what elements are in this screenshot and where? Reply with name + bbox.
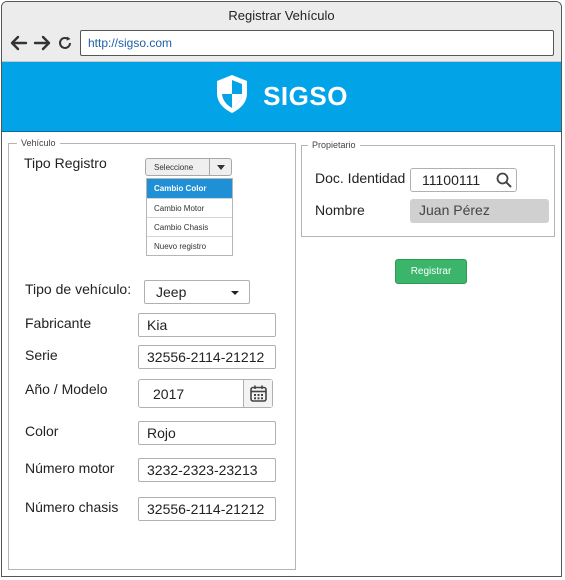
- anio-modelo-label: Año / Modelo: [25, 381, 108, 397]
- numero-motor-label: Número motor: [25, 460, 115, 476]
- doc-identidad-input[interactable]: 11100111: [410, 168, 517, 192]
- tipo-vehiculo-select[interactable]: Jeep: [144, 280, 250, 304]
- tipo-vehiculo-label: Tipo de vehículo:: [25, 281, 132, 297]
- color-label: Color: [25, 423, 59, 439]
- browser-window: Registrar Vehículo http://sigso.com SIGS…: [1, 1, 562, 577]
- reload-icon[interactable]: [55, 32, 75, 54]
- search-icon[interactable]: [496, 172, 512, 193]
- doc-identidad-label: Doc. Identidad: [315, 170, 406, 186]
- numero-chasis-input[interactable]: 32556-2114-21212: [138, 497, 276, 521]
- vehiculo-legend: Vehículo: [21, 138, 56, 148]
- fabricante-label: Fabricante: [25, 315, 92, 331]
- numero-motor-input[interactable]: 3232-2323-23213: [138, 458, 276, 482]
- window-title: Registrar Vehículo: [228, 8, 335, 23]
- forward-arrow-icon[interactable]: [32, 32, 52, 54]
- fabricante-input[interactable]: Kia: [138, 313, 276, 337]
- app-header: SIGSO: [2, 62, 561, 132]
- dropdown-option-nuevo-registro[interactable]: Nuevo registro: [147, 236, 232, 255]
- dropdown-option-cambio-motor[interactable]: Cambio Motor: [147, 198, 232, 217]
- brand-name: SIGSO: [263, 81, 348, 111]
- tipo-registro-dropdown: Cambio Color Cambio Motor Cambio Chasis …: [146, 178, 233, 256]
- brand: SIGSO: [215, 74, 348, 119]
- dropdown-option-cambio-color[interactable]: Cambio Color: [147, 179, 232, 198]
- register-button[interactable]: Registrar: [395, 259, 467, 284]
- shield-icon: [215, 74, 249, 119]
- numero-chasis-label: Número chasis: [25, 499, 119, 515]
- anio-modelo-value: 2017: [153, 386, 185, 402]
- propietario-legend: Propietario: [312, 140, 356, 150]
- serie-label: Serie: [25, 347, 58, 363]
- nombre-readonly-field: Juan Pérez: [410, 199, 549, 223]
- dropdown-option-cambio-chasis[interactable]: Cambio Chasis: [147, 217, 232, 236]
- serie-input[interactable]: 32556-2114-21212: [138, 345, 276, 369]
- tipo-registro-label: Tipo Registro: [24, 155, 107, 171]
- title-bar: Registrar Vehículo http://sigso.com: [2, 2, 561, 62]
- back-arrow-icon[interactable]: [9, 32, 29, 54]
- url-bar[interactable]: http://sigso.com: [80, 30, 554, 56]
- color-input[interactable]: Rojo: [138, 421, 276, 445]
- chevron-down-icon[interactable]: [209, 159, 231, 175]
- tipo-registro-select[interactable]: Seleccione: [145, 158, 232, 176]
- anio-modelo-datepicker[interactable]: 2017: [138, 379, 273, 408]
- propietario-panel: Propietario Doc. Identidad 11100111 Nomb…: [301, 140, 555, 237]
- caret-down-icon: [231, 291, 239, 295]
- nombre-label: Nombre: [315, 202, 365, 218]
- vehiculo-panel: Vehículo Tipo Registro Seleccione Cambio…: [8, 138, 296, 570]
- doc-identidad-value: 11100111: [422, 172, 481, 188]
- tipo-registro-select-value: Seleccione: [154, 163, 194, 172]
- calendar-icon[interactable]: [243, 380, 272, 407]
- tipo-vehiculo-value: Jeep: [156, 284, 187, 300]
